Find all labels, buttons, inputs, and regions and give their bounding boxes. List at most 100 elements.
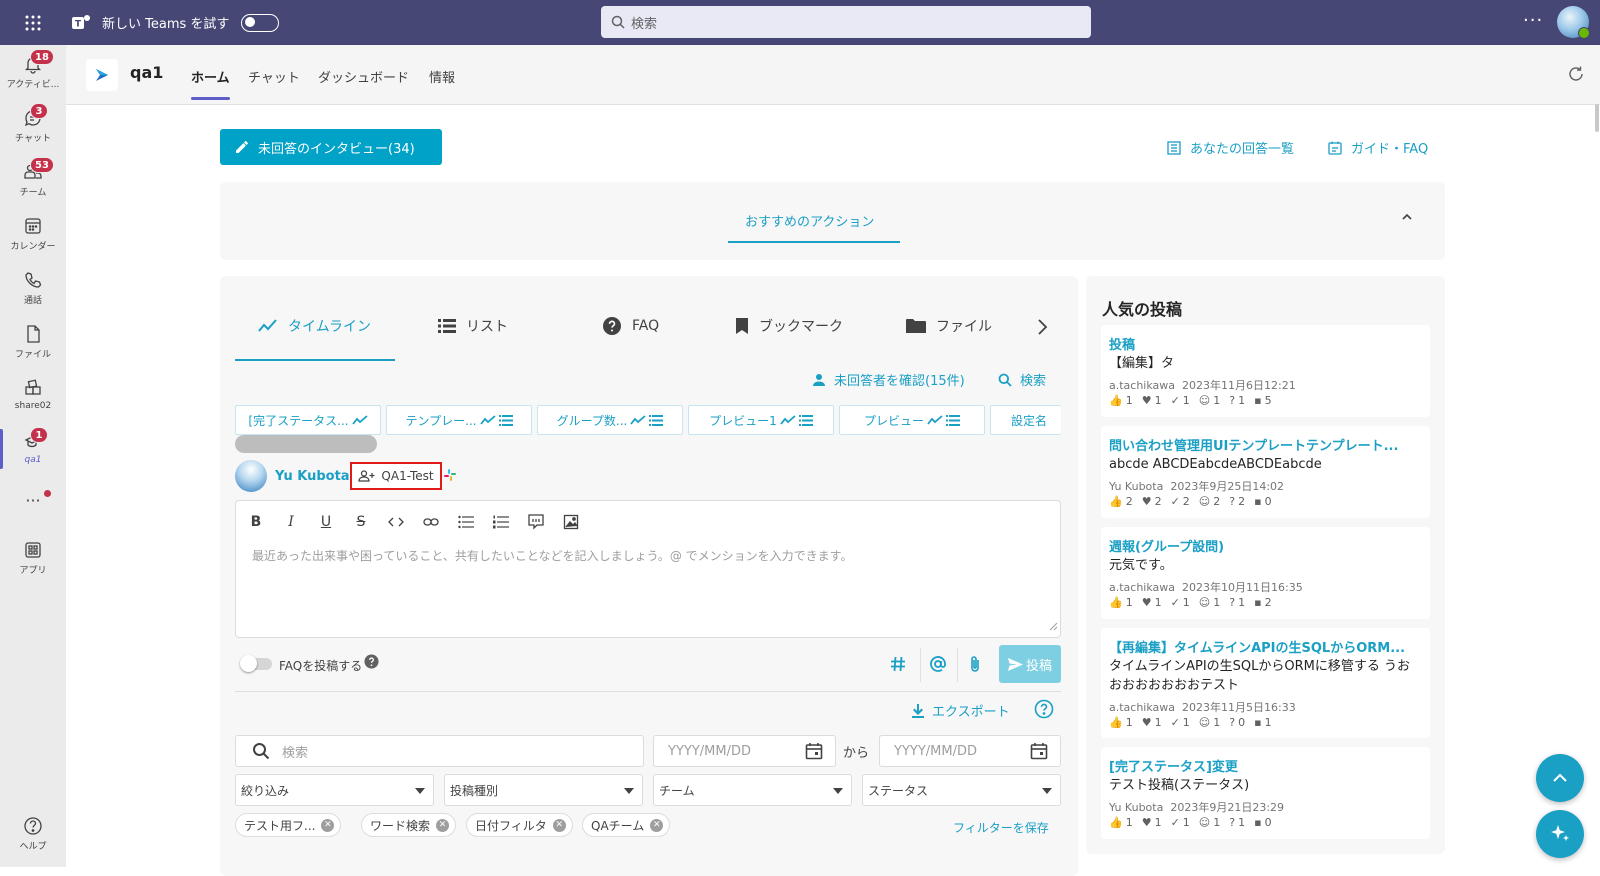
- filter-tag[interactable]: テスト用フ... ✕: [235, 813, 342, 837]
- popular-post-card[interactable]: 週報(グループ設問) 元気です。 a.tachikawa 2023年10月11日…: [1101, 527, 1430, 619]
- your-answers-link[interactable]: あなたの回答一覧: [1166, 138, 1294, 157]
- export-link[interactable]: エクスポート: [912, 701, 1010, 720]
- rail-item-chat[interactable]: 3 チャット: [0, 99, 66, 153]
- post-title[interactable]: 投稿: [1109, 334, 1421, 353]
- close-icon[interactable]: ✕: [650, 818, 664, 832]
- refresh-icon[interactable]: [1567, 65, 1585, 87]
- tab-timeline[interactable]: タイムライン: [258, 316, 371, 336]
- faq-post-toggle[interactable]: [240, 655, 272, 672]
- guide-faq-link[interactable]: ガイド・FAQ: [1327, 138, 1428, 157]
- italic-button[interactable]: I: [279, 510, 303, 534]
- mention-icon[interactable]: [921, 652, 955, 676]
- check-unanswered-link[interactable]: 未回答者を確認(15件): [812, 370, 965, 389]
- underline-button[interactable]: U: [314, 510, 338, 534]
- filter-tag[interactable]: ワード検索 ✕: [361, 813, 457, 837]
- template-chip-4[interactable]: プレビュー1: [688, 405, 834, 435]
- tab-list[interactable]: リスト: [438, 316, 508, 336]
- template-chip-6[interactable]: 設定名: [990, 405, 1061, 435]
- close-icon[interactable]: ✕: [321, 818, 335, 832]
- rail-item-activity[interactable]: 18 アクティビ...: [0, 45, 66, 99]
- post-title[interactable]: [完了ステータス]変更: [1109, 756, 1421, 775]
- filter-tag-label: テスト用フ...: [244, 818, 316, 833]
- filter-select-post-type[interactable]: 投稿種別: [444, 774, 643, 806]
- tab-info[interactable]: 情報: [429, 67, 455, 86]
- filter-select-status[interactable]: ステータス: [862, 774, 1061, 806]
- recommended-tab-indicator: [728, 241, 900, 243]
- rail-item-share02[interactable]: share02: [0, 369, 66, 423]
- bullet-list-icon[interactable]: [454, 510, 478, 534]
- template-chip-2[interactable]: テンプレー...: [386, 405, 532, 435]
- tab-home[interactable]: ホーム: [191, 67, 230, 100]
- tab-files[interactable]: ファイル: [906, 316, 992, 336]
- post-editor[interactable]: B I U S 最近あった出来事や困っていること、共有したいことなどを記入しまし…: [235, 500, 1061, 638]
- template-chip-1[interactable]: [完了ステータス...: [235, 405, 381, 435]
- tab-label: FAQ: [632, 318, 660, 334]
- tab-chat[interactable]: チャット: [248, 67, 300, 86]
- filter-select-narrow[interactable]: 絞り込み: [235, 774, 434, 806]
- filter-search-input[interactable]: 検索: [235, 735, 644, 767]
- resize-handle-icon[interactable]: [1048, 620, 1058, 635]
- chip-label: グループ数...: [556, 413, 628, 428]
- quote-icon[interactable]: [524, 510, 548, 534]
- close-icon[interactable]: ✕: [552, 818, 566, 832]
- new-teams-toggle[interactable]: [241, 13, 280, 32]
- app-launcher-icon[interactable]: [0, 0, 66, 45]
- rail-item-calls[interactable]: 通話: [0, 261, 66, 315]
- link-icon[interactable]: [419, 510, 443, 534]
- numbered-list-icon[interactable]: [489, 510, 513, 534]
- rail-item-files[interactable]: ファイル: [0, 315, 66, 369]
- post-title[interactable]: 問い合わせ管理用UIテンプレートテンプレート...: [1109, 435, 1421, 454]
- rail-item-qa1[interactable]: 1 qa1: [0, 423, 66, 477]
- rail-item-teams[interactable]: 53 チーム: [0, 153, 66, 207]
- chevron-right-icon[interactable]: [1036, 318, 1048, 340]
- post-title[interactable]: 週報(グループ設問): [1109, 536, 1421, 555]
- help-icon[interactable]: [364, 654, 379, 673]
- recommended-actions-tab[interactable]: おすすめのアクション: [745, 211, 874, 230]
- calendar-icon[interactable]: [1030, 742, 1048, 760]
- chevron-up-icon[interactable]: [1400, 210, 1414, 228]
- date-from-input[interactable]: YYYY/MM/DD: [653, 735, 836, 767]
- filter-select-team[interactable]: チーム: [653, 774, 852, 806]
- paperclip-icon[interactable]: [958, 652, 992, 676]
- tab-bookmark[interactable]: ブックマーク: [735, 316, 843, 336]
- date-from-placeholder: YYYY/MM/DD: [668, 743, 751, 759]
- post-title[interactable]: 【再編集】タイムラインAPIの生SQLからORM...: [1109, 637, 1421, 656]
- unanswered-interviews-button[interactable]: 未回答のインタビュー(34): [220, 129, 442, 165]
- rail-item-apps[interactable]: アプリ: [0, 531, 66, 585]
- popular-post-card[interactable]: [完了ステータス]変更 テスト投稿(ステータス) Yu Kubota 2023年…: [1101, 747, 1430, 839]
- post-button[interactable]: 投稿: [999, 645, 1061, 683]
- help-circle-icon[interactable]: [1034, 699, 1054, 723]
- thumbs-up-icon: 👍: [1109, 394, 1123, 407]
- user-avatar[interactable]: [1557, 6, 1590, 39]
- rail-item-help[interactable]: ヘルプ: [0, 807, 66, 861]
- tab-dashboard[interactable]: ダッシュボード: [318, 67, 409, 86]
- template-chip-3[interactable]: グループ数...: [537, 405, 683, 435]
- image-icon[interactable]: [559, 510, 583, 534]
- filter-tag[interactable]: 日付フィルタ ✕: [466, 813, 573, 837]
- popular-post-card[interactable]: 【再編集】タイムラインAPIの生SQLからORM... タイムラインAPIの生S…: [1101, 628, 1430, 738]
- scroll-top-button[interactable]: [1536, 754, 1584, 802]
- popular-post-card[interactable]: 投稿 【編集】タ a.tachikawa 2023年11月6日12:21 👍 1 …: [1101, 325, 1430, 417]
- page-scrollbar[interactable]: [1595, 104, 1599, 132]
- timeline-search-link[interactable]: 検索: [998, 370, 1046, 389]
- chips-scrollbar[interactable]: [235, 435, 377, 453]
- rail-item-more[interactable]: ···: [0, 477, 66, 531]
- bold-button[interactable]: B: [244, 510, 268, 534]
- ai-assistant-button[interactable]: [1536, 810, 1584, 858]
- date-to-input[interactable]: YYYY/MM/DD: [879, 735, 1061, 767]
- composer-user-name[interactable]: Yu Kubota: [275, 469, 350, 484]
- tab-faq[interactable]: FAQ: [602, 316, 659, 336]
- filter-tag[interactable]: QAチーム ✕: [582, 813, 671, 837]
- popular-post-card[interactable]: 問い合わせ管理用UIテンプレートテンプレート... abcde ABCDEabc…: [1101, 426, 1430, 518]
- more-options-icon[interactable]: ···: [1523, 10, 1543, 31]
- close-icon[interactable]: ✕: [436, 818, 450, 832]
- group-selector[interactable]: QA1-Test: [350, 462, 442, 490]
- hashtag-icon[interactable]: [881, 652, 915, 676]
- rail-item-calendar[interactable]: カレンダー: [0, 207, 66, 261]
- global-search-input[interactable]: 検索: [601, 6, 1091, 38]
- template-chip-5[interactable]: プレビュー: [839, 405, 985, 435]
- strikethrough-button[interactable]: S: [349, 510, 373, 534]
- code-icon[interactable]: [384, 510, 408, 534]
- save-filter-link[interactable]: フィルターを保存: [953, 819, 1049, 836]
- calendar-icon[interactable]: [805, 742, 823, 760]
